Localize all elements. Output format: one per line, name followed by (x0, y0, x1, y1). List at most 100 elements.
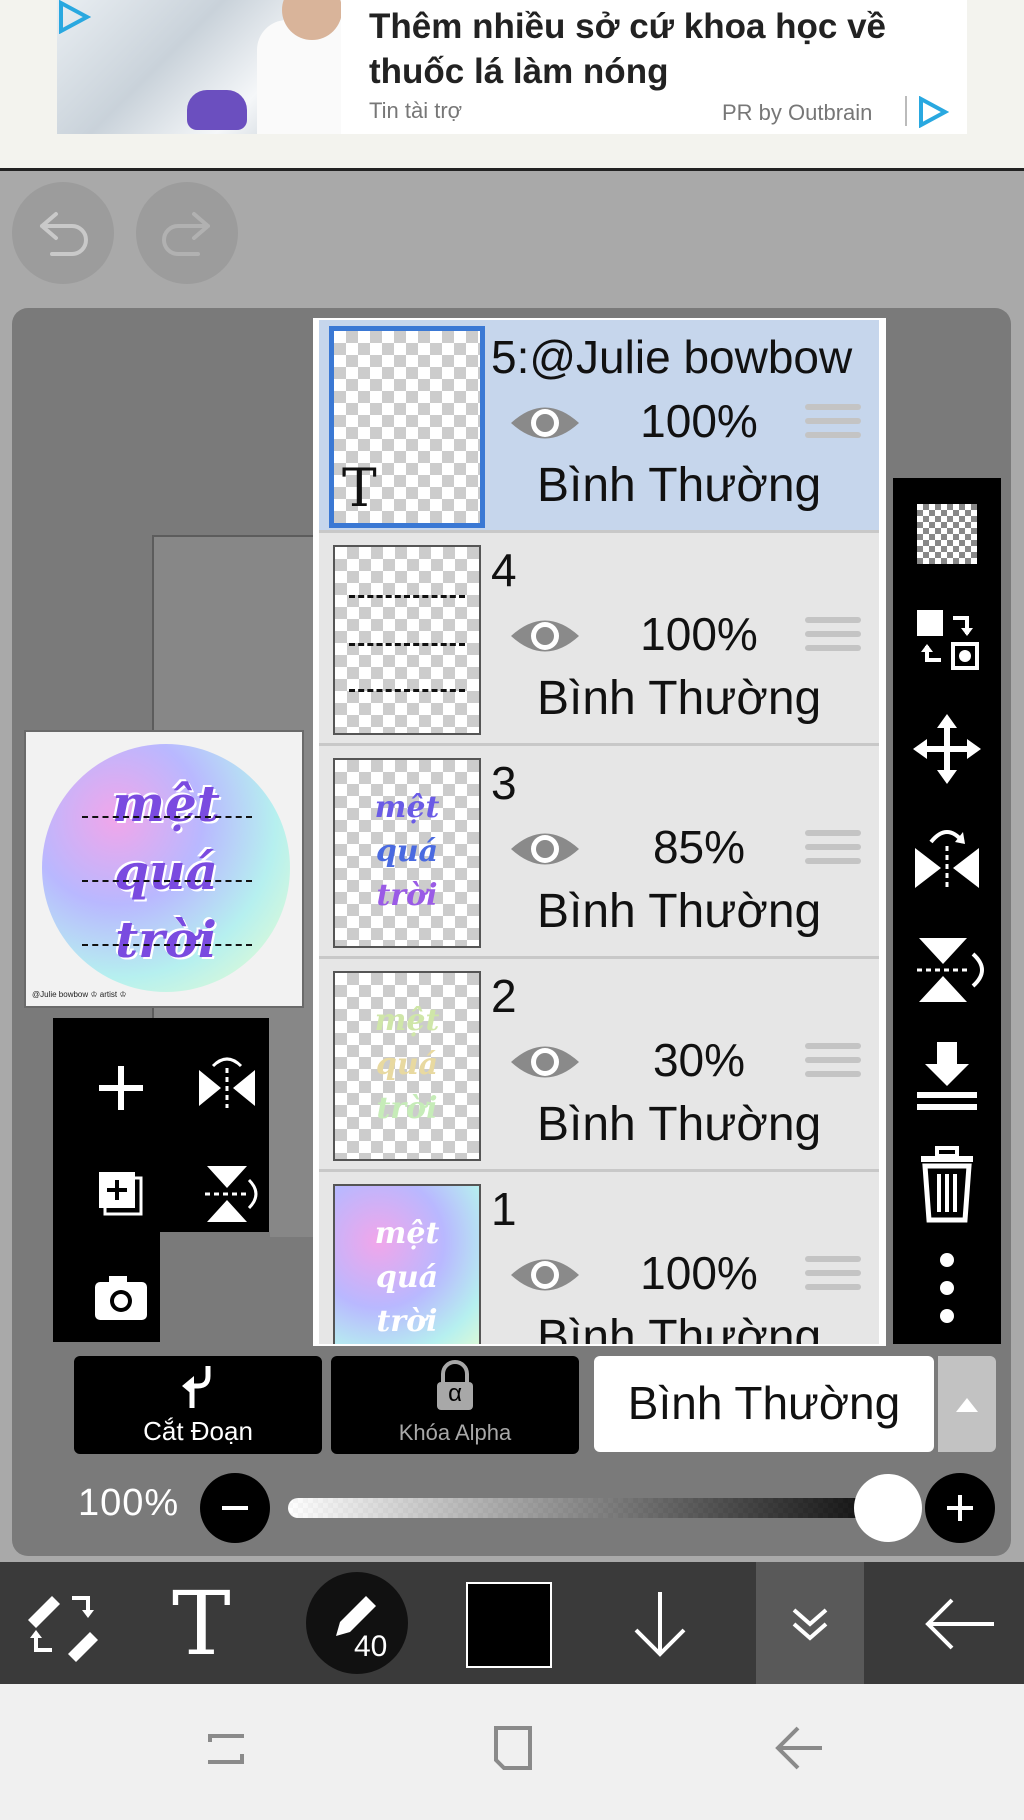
layer-opacity: 100% (640, 608, 758, 660)
preview-line-3: trời (115, 910, 217, 969)
layer-blend-mode: Bình Thường (537, 885, 822, 938)
brush-tool-button[interactable]: 40 (306, 1572, 408, 1674)
clipping-label: Cắt Đoạn (143, 1416, 253, 1446)
plus-icon (99, 1066, 143, 1110)
opacity-slider-track[interactable] (288, 1498, 888, 1518)
right-toolbar (893, 478, 1001, 1344)
camera-button[interactable] (81, 1258, 161, 1361)
layer-row-1[interactable]: mệt quá trời 1 100% Bình Thường (319, 1172, 879, 1346)
canvas-preview[interactable]: mệt quá trời @Julie bowbow ♔ artist ♔ (24, 730, 304, 1008)
thumbnail-text: quá (375, 1047, 439, 1082)
ad-image[interactable] (57, 0, 341, 134)
undo-icon (40, 212, 88, 256)
home-icon[interactable] (482, 1718, 542, 1778)
flip-vertical-icon (205, 1166, 258, 1222)
drag-handle-icon[interactable] (805, 1256, 861, 1296)
ad-title[interactable]: Thêm nhiều sở cứ khoa học về thuốc lá là… (369, 4, 959, 94)
drag-handle-icon[interactable] (805, 404, 861, 444)
preview-line-2: quá (114, 842, 218, 901)
layer-opacity: 85% (652, 821, 746, 873)
undo-button[interactable] (12, 182, 114, 284)
clipping-arrow-icon (182, 1366, 211, 1408)
canvas-area-fragment (160, 1232, 270, 1344)
text-layer-icon: T (342, 459, 377, 519)
blend-mode-toggle[interactable] (938, 1356, 996, 1452)
flip-vertical-icon[interactable] (893, 928, 1001, 1008)
visibility-eye-icon[interactable] (507, 398, 583, 448)
layer-row-2[interactable]: mệt quá trời 2 30% Bình Thường (319, 959, 879, 1172)
duplicate-layer-button[interactable] (81, 1154, 161, 1257)
adchoices-icon[interactable] (57, 0, 91, 34)
layer-opacity: 30% (652, 1034, 746, 1086)
clipping-button[interactable]: Cắt Đoạn (74, 1356, 322, 1454)
transparency-checker-icon[interactable] (893, 498, 1001, 568)
layer-name: 2 (491, 970, 517, 1022)
add-layer-button[interactable] (81, 1048, 161, 1151)
text-tool-icon[interactable]: T (172, 1576, 231, 1672)
flip-horizontal-icon (199, 1057, 255, 1108)
thumbnail-text: quá (375, 834, 439, 869)
visibility-eye-icon[interactable] (507, 611, 583, 661)
flip-horizontal-button[interactable] (187, 1048, 267, 1151)
ad-provider[interactable]: PR by Outbrain (722, 100, 872, 126)
system-navigation-bar (0, 1684, 1024, 1820)
visibility-eye-icon[interactable] (507, 1037, 583, 1087)
delete-layer-icon[interactable] (893, 1144, 1001, 1224)
opacity-label: 100% (78, 1482, 180, 1524)
merge-down-icon[interactable] (893, 1034, 1001, 1114)
camera-icon (95, 1276, 147, 1320)
blend-mode-select[interactable]: Bình Thường (594, 1356, 934, 1452)
thumbnail-text: trời (376, 1091, 438, 1126)
alpha-lock-button[interactable]: α Khóa Alpha (331, 1356, 579, 1454)
visibility-eye-icon[interactable] (507, 1250, 583, 1300)
preview-credit: @Julie bowbow ♔ artist ♔ (32, 990, 127, 999)
layers-list[interactable]: T 5:@Julie bowbow 100% Bình Thường 4 100… (313, 318, 886, 1346)
drag-handle-icon[interactable] (805, 830, 861, 870)
back-icon[interactable] (770, 1718, 830, 1778)
opacity-decrease-button[interactable] (200, 1473, 270, 1543)
layer-blend-mode: Bình Thường (537, 1098, 822, 1151)
opacity-increase-button[interactable] (925, 1473, 995, 1543)
layer-row-5[interactable]: T 5:@Julie bowbow 100% Bình Thường (319, 320, 879, 533)
visibility-eye-icon[interactable] (507, 824, 583, 874)
layer-opacity: 100% (640, 395, 758, 447)
thumbnail-text: mệt (374, 790, 440, 825)
drag-handle-icon[interactable] (805, 1043, 861, 1083)
layers-toggle-button[interactable] (756, 1562, 864, 1684)
thumbnail-text: quá (375, 1260, 439, 1295)
opacity-slider-thumb[interactable] (854, 1474, 922, 1542)
layer-name: 4 (491, 544, 517, 596)
redo-icon (162, 212, 210, 256)
thumbnail-text: trời (376, 878, 438, 913)
color-swatch[interactable] (466, 1582, 552, 1668)
layer-thumbnail[interactable]: mệt quá trời (333, 758, 481, 948)
alpha-lock-label: Khóa Alpha (398, 1420, 512, 1445)
layer-row-4[interactable]: 4 100% Bình Thường (319, 533, 879, 746)
flip-horizontal-icon[interactable] (893, 818, 1001, 898)
outbrain-icon[interactable] (917, 96, 949, 128)
back-arrow-icon[interactable] (918, 1584, 1002, 1664)
layer-thumbnail[interactable] (333, 545, 481, 735)
layer-swap-icon[interactable] (893, 602, 1001, 676)
layer-row-3[interactable]: mệt quá trời 3 85% Bình Thường (319, 746, 879, 959)
preview-line-1: mệt (112, 774, 220, 833)
brush-eraser-swap-icon[interactable] (20, 1584, 104, 1664)
arrow-down-icon[interactable] (620, 1584, 700, 1664)
layer-thumbnail[interactable]: T (329, 326, 485, 528)
layer-thumbnail[interactable]: mệt quá trời (333, 1184, 481, 1344)
more-options-icon[interactable] (893, 1248, 1001, 1328)
layer-thumbnail[interactable]: mệt quá trời (333, 971, 481, 1161)
thumbnail-text: mệt (374, 1216, 440, 1251)
layer-blend-mode: Bình Thường (537, 1311, 822, 1346)
layer-blend-mode: Bình Thường (537, 672, 822, 725)
brush-size: 40 (354, 1630, 388, 1663)
ad-banner[interactable]: Thêm nhiều sở cứ khoa học về thuốc lá là… (0, 0, 1024, 171)
thumbnail-text: mệt (374, 1003, 440, 1038)
drag-handle-icon[interactable] (805, 617, 861, 657)
caret-up-icon (956, 1398, 978, 1412)
move-icon[interactable] (893, 712, 1001, 786)
recent-apps-icon[interactable] (196, 1718, 256, 1778)
redo-button[interactable] (136, 182, 238, 284)
blend-mode-value: Bình Thường (627, 1377, 901, 1429)
ad-card[interactable]: Thêm nhiều sở cứ khoa học về thuốc lá là… (57, 0, 967, 134)
